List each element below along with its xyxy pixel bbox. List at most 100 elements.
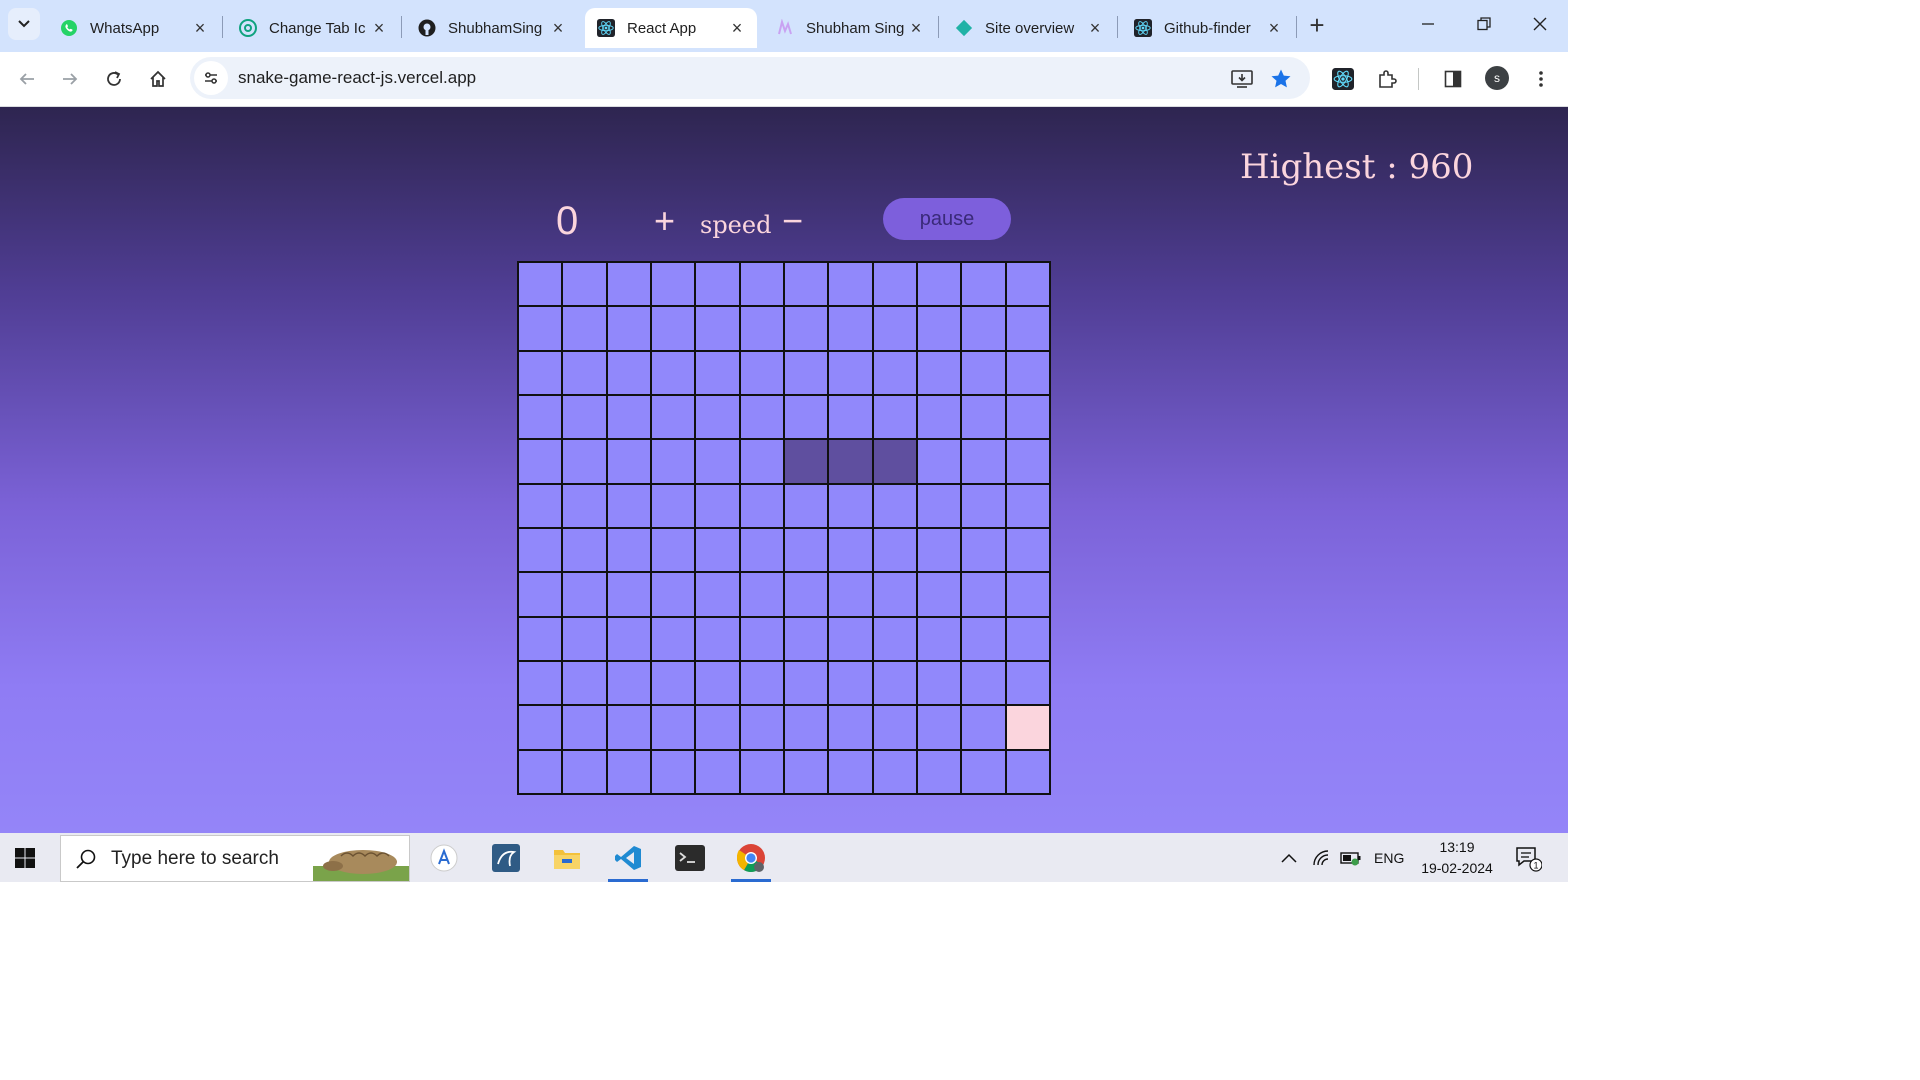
address-bar[interactable]: snake-game-react-js.vercel.app [190, 57, 1310, 99]
close-icon[interactable]: × [727, 18, 747, 38]
battery-icon [1340, 851, 1361, 865]
browser-toolbar: snake-game-react-js.vercel.app s [0, 52, 1568, 107]
board-cell [1005, 527, 1050, 573]
close-icon[interactable]: × [1264, 18, 1284, 38]
notification-center-button[interactable]: 1 [1514, 833, 1542, 882]
url-text: snake-game-react-js.vercel.app [238, 68, 477, 87]
board-cell [739, 660, 784, 706]
pause-button[interactable]: pause [883, 198, 1011, 240]
site-info-icon[interactable] [194, 61, 228, 95]
restore-button[interactable] [1464, 8, 1504, 40]
board-cell [739, 749, 784, 794]
tab-github-finder[interactable]: Github-finder × [1122, 8, 1294, 48]
board-cell [562, 705, 607, 750]
close-icon[interactable]: × [906, 18, 926, 38]
taskbar-vscode[interactable] [604, 838, 652, 882]
tab-whatsapp[interactable]: WhatsApp × [48, 8, 220, 48]
board-cell [562, 262, 607, 307]
tab-site-overview[interactable]: Site overview × [943, 8, 1115, 48]
board-cell [961, 616, 1006, 661]
board-cell [562, 660, 607, 706]
board-cell [1005, 306, 1050, 351]
react-devtools-extension[interactable] [1326, 62, 1360, 96]
close-window-button[interactable] [1520, 8, 1560, 40]
side-panel-button[interactable] [1436, 62, 1470, 96]
tab-shubham-portfolio[interactable]: Shubham Sing × [764, 8, 936, 48]
board-cell [518, 262, 563, 307]
close-icon[interactable]: × [190, 18, 210, 38]
snake-game-page: Highest : 960 0 + speed − pause [0, 107, 1568, 833]
portfolio-icon [776, 19, 794, 37]
minimize-button[interactable] [1408, 8, 1448, 40]
tray-wifi[interactable] [1312, 833, 1332, 882]
reload-button[interactable] [97, 62, 131, 96]
taskbar-clock[interactable]: 13:19 19-02-2024 [1418, 837, 1496, 879]
board-cell [1005, 616, 1050, 661]
close-icon [1533, 17, 1547, 31]
clock-time: 13:19 [1439, 839, 1475, 855]
board-cell [961, 749, 1006, 794]
board-cell [961, 483, 1006, 528]
taskbar-file-explorer[interactable] [543, 838, 591, 878]
board-cell [606, 572, 651, 617]
board-cell [518, 527, 563, 573]
board-cell [606, 306, 651, 351]
board-cell [650, 262, 696, 307]
board-cell [828, 749, 873, 794]
search-placeholder: Type here to search [111, 847, 279, 869]
tab-title: ShubhamSing [448, 19, 543, 37]
taskbar-chrome[interactable] [727, 838, 775, 882]
snake-segment [872, 439, 917, 484]
board-cell [518, 572, 563, 617]
tab-title: Shubham Sing [806, 19, 905, 37]
tab-separator [222, 16, 223, 38]
minimize-icon [1422, 23, 1434, 25]
taskbar-app-store[interactable] [420, 838, 468, 878]
profile-avatar[interactable]: s [1485, 66, 1509, 90]
speed-decrease-button[interactable]: − [782, 203, 803, 239]
close-icon[interactable]: × [548, 18, 568, 38]
tray-battery[interactable] [1340, 833, 1362, 882]
taskbar-mysql-workbench[interactable] [482, 838, 530, 878]
board-cell [739, 527, 784, 573]
tray-language[interactable]: ENG [1374, 833, 1404, 882]
board-cell [1005, 660, 1050, 706]
current-score: 0 [556, 199, 579, 243]
board-cell [916, 572, 962, 617]
board-cell [783, 262, 829, 307]
arrow-left-icon [19, 73, 34, 85]
tab-search-button[interactable] [8, 8, 40, 40]
board-cell [828, 705, 873, 750]
new-tab-button[interactable]: + [1302, 10, 1332, 40]
board-cell [961, 705, 1006, 750]
extensions-button[interactable] [1370, 62, 1404, 96]
tab-separator [938, 16, 939, 38]
snake-segment [783, 439, 829, 484]
board-cell [916, 262, 962, 307]
board-cell [606, 749, 651, 794]
tab-github[interactable]: ShubhamSing × [406, 8, 578, 48]
forward-button[interactable] [53, 62, 87, 96]
chrome-menu-button[interactable] [1524, 62, 1558, 96]
back-button[interactable] [10, 62, 44, 96]
board-cell [650, 439, 696, 484]
home-button[interactable] [141, 62, 175, 96]
close-icon[interactable]: × [369, 18, 389, 38]
board-cell [695, 527, 740, 573]
install-app-button[interactable] [1225, 62, 1259, 96]
board-cell [562, 749, 607, 794]
tray-chevron[interactable] [1280, 833, 1298, 882]
close-icon[interactable]: × [1085, 18, 1105, 38]
board-cell [961, 660, 1006, 706]
taskbar-search-box[interactable]: Type here to search [60, 835, 410, 882]
bookmark-star-button[interactable] [1264, 62, 1298, 96]
board-cell [518, 749, 563, 794]
board-cell [695, 572, 740, 617]
board-cell [518, 705, 563, 750]
windows-start-button[interactable] [12, 845, 38, 871]
tab-change-tab-icon[interactable]: Change Tab Ic × [227, 8, 399, 48]
board-cell [739, 306, 784, 351]
taskbar-terminal[interactable] [666, 838, 714, 878]
tab-react-app[interactable]: React App × [585, 8, 757, 48]
speed-increase-button[interactable]: + [654, 203, 675, 239]
